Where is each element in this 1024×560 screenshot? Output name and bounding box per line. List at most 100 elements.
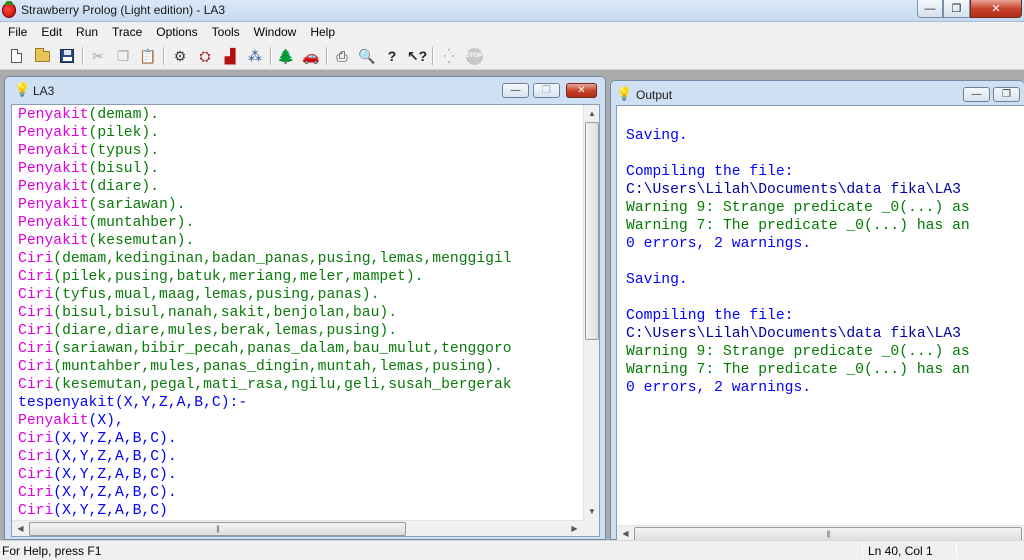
code-line[interactable]: Ciri(muntahber,mules,panas_dingin,muntah… xyxy=(18,358,503,376)
code-token: Ciri xyxy=(18,485,54,501)
code-line[interactable]: Ciri(tyfus,mual,maag,lemas,pusing,panas)… xyxy=(18,286,379,304)
output-minimize-button[interactable]: — xyxy=(963,87,990,102)
run-icon[interactable]: ⚙ xyxy=(170,46,190,66)
code-token: (sariawan,bibir_pecah,panas_dalam,bau_mu… xyxy=(53,341,512,357)
code-token: tespenyakit(X,Y,Z,A,B,C):- xyxy=(18,395,248,411)
debug-icon[interactable]: ⁛ xyxy=(439,46,459,66)
code-editor[interactable]: Penyakit(demam). Penyakit(pilek). Penyakit… xyxy=(11,104,600,537)
maximize-icon: ❐ xyxy=(1002,88,1011,100)
menu-run[interactable]: Run xyxy=(69,22,105,42)
code-line[interactable]: Penyakit(muntahber). xyxy=(18,214,194,232)
code-line[interactable]: Penyakit(diare). xyxy=(18,178,159,196)
code-line[interactable]: Ciri(bisul,bisul,nanah,sakit,benjolan,ba… xyxy=(18,304,397,322)
paste-icon[interactable]: 📋 xyxy=(138,46,158,66)
window-title: Strawberry Prolog (Light edition) - LA3 xyxy=(21,3,226,17)
code-line[interactable]: Ciri(sariawan,bibir_pecah,panas_dalam,ba… xyxy=(18,340,512,358)
tree-icon[interactable]: 🌲 xyxy=(276,46,296,66)
code-token: (pilek). xyxy=(88,125,160,141)
menu-trace[interactable]: Trace xyxy=(105,22,149,42)
stop-icon[interactable]: STOP xyxy=(464,46,484,66)
toolbar-separator xyxy=(163,47,165,65)
car-icon[interactable]: 🚗 xyxy=(301,46,321,66)
cut-scissors-icon[interactable]: ✂ xyxy=(88,46,108,66)
scroll-left-arrow-icon[interactable]: ◀ xyxy=(12,521,29,536)
output-window[interactable]: 💡 Output — ❐ Saving. Compiling the file: C… xyxy=(610,80,1024,541)
editor-window[interactable]: 💡 LA3 — ❐ ✕ Penyakit(demam). Penyakit(pil… xyxy=(4,76,606,540)
editor-close-button[interactable]: ✕ xyxy=(566,83,597,98)
menu-window[interactable]: Window xyxy=(247,22,304,42)
stop-trace-icon[interactable]: ▟ xyxy=(220,46,240,66)
menu-edit[interactable]: Edit xyxy=(34,22,69,42)
code-line[interactable]: Penyakit(bisul). xyxy=(18,160,159,178)
copy-icon[interactable]: ❐ xyxy=(113,46,133,66)
menu-options[interactable]: Options xyxy=(149,22,204,42)
editor-restore-button[interactable]: ❐ xyxy=(533,83,560,98)
code-token: (pilek,pusing,batuk,meriang,meler,mampet… xyxy=(53,269,424,285)
code-token: Ciri xyxy=(18,431,54,447)
code-token: (X,Y,Z,A,B,C). xyxy=(53,449,177,465)
editor-horizontal-scrollbar[interactable]: ◀ ||| ▶ xyxy=(12,520,583,536)
editor-minimize-button[interactable]: — xyxy=(502,83,529,98)
toolbar-separator xyxy=(270,47,272,65)
scroll-right-arrow-icon[interactable]: ▶ xyxy=(566,521,583,536)
code-token: Ciri xyxy=(18,287,54,303)
code-line[interactable]: Ciri(X,Y,Z,A,B,C). xyxy=(18,430,177,448)
code-line[interactable]: Penyakit(kesemutan). xyxy=(18,232,194,250)
menu-tools[interactable]: Tools xyxy=(205,22,247,42)
strawberry-app-icon[interactable] xyxy=(2,1,16,18)
context-help-icon[interactable]: ↖? xyxy=(407,46,427,66)
output-title: Output xyxy=(636,88,673,102)
code-token: Penyakit xyxy=(18,107,89,123)
scroll-up-arrow-icon[interactable]: ▲ xyxy=(584,105,599,122)
code-token: Ciri xyxy=(18,503,54,519)
output-maximize-button[interactable]: ❐ xyxy=(993,87,1020,102)
new-document-icon[interactable] xyxy=(6,46,26,66)
code-token: Ciri xyxy=(18,323,54,339)
editor-title-bar[interactable]: 💡 LA3 — ❐ ✕ xyxy=(5,77,605,104)
minimize-button[interactable]: — xyxy=(917,0,943,18)
editor-vertical-scrollbar[interactable]: ▲ ▼ xyxy=(583,105,599,520)
output-title-bar[interactable]: 💡 Output — ❐ xyxy=(611,81,1024,108)
code-token: Ciri xyxy=(18,359,54,375)
output-horizontal-scrollbar[interactable]: ◀ ||| xyxy=(617,525,1024,540)
code-line[interactable]: Ciri(kesemutan,pegal,mati_rasa,ngilu,gel… xyxy=(18,376,512,394)
code-line[interactable]: Penyakit(demam). xyxy=(18,106,159,124)
scroll-down-arrow-icon[interactable]: ▼ xyxy=(584,503,599,520)
code-line[interactable]: tespenyakit(X,Y,Z,A,B,C):- xyxy=(18,394,247,412)
code-line[interactable]: Penyakit(pilek). xyxy=(18,124,159,142)
print-icon[interactable]: ⎙ xyxy=(332,46,352,66)
output-line: Warning 7: The predicate _0(...) has an xyxy=(626,218,970,234)
title-bar[interactable]: Strawberry Prolog (Light edition) - LA3 … xyxy=(0,0,1024,22)
code-line[interactable]: Ciri(X,Y,Z,A,B,C) xyxy=(18,502,168,520)
restore-button[interactable]: ❐ xyxy=(943,0,970,18)
code-line[interactable]: Ciri(X,Y,Z,A,B,C). xyxy=(18,448,177,466)
code-line[interactable]: Ciri(diare,diare,mules,berak,lemas,pusin… xyxy=(18,322,397,340)
scroll-thumb[interactable]: ||| xyxy=(634,527,1022,540)
code-line[interactable]: Ciri(pilek,pusing,batuk,meriang,meler,ma… xyxy=(18,268,423,286)
scroll-thumb[interactable]: ||| xyxy=(29,522,406,536)
scroll-left-arrow-icon[interactable]: ◀ xyxy=(617,526,634,540)
close-button[interactable]: ✕ xyxy=(970,0,1022,18)
code-token: Ciri xyxy=(18,305,54,321)
code-line[interactable]: Penyakit(typus). xyxy=(18,142,159,160)
code-line[interactable]: Ciri(X,Y,Z,A,B,C). xyxy=(18,484,177,502)
code-line[interactable]: Ciri(demam,kedinginan,badan_panas,pusing… xyxy=(18,250,512,268)
code-token: Penyakit xyxy=(18,143,89,159)
save-disk-icon[interactable] xyxy=(57,46,77,66)
menu-file[interactable]: File xyxy=(1,22,34,42)
output-line: Warning 7: The predicate _0(...) has an xyxy=(626,362,970,378)
code-line[interactable]: Penyakit(X), xyxy=(18,412,124,430)
code-line[interactable]: Ciri(X,Y,Z,A,B,C). xyxy=(18,466,177,484)
code-token: (typus). xyxy=(88,143,160,159)
output-line: Saving. xyxy=(626,128,688,144)
scroll-thumb[interactable] xyxy=(585,122,599,340)
help-icon[interactable]: ? xyxy=(382,46,402,66)
code-line[interactable]: Penyakit(sariawan). xyxy=(18,196,185,214)
output-text-area[interactable]: Saving. Compiling the file: C:\Users\Lilah… xyxy=(616,105,1024,541)
open-folder-icon[interactable] xyxy=(32,46,52,66)
step-icon[interactable]: ⁂ xyxy=(245,46,265,66)
print-preview-icon[interactable]: 🔍 xyxy=(357,46,377,66)
trace-icon[interactable]: ⛭ xyxy=(195,46,215,66)
code-token: (X,Y,Z,A,B,C). xyxy=(53,431,177,447)
menu-help[interactable]: Help xyxy=(303,22,342,42)
